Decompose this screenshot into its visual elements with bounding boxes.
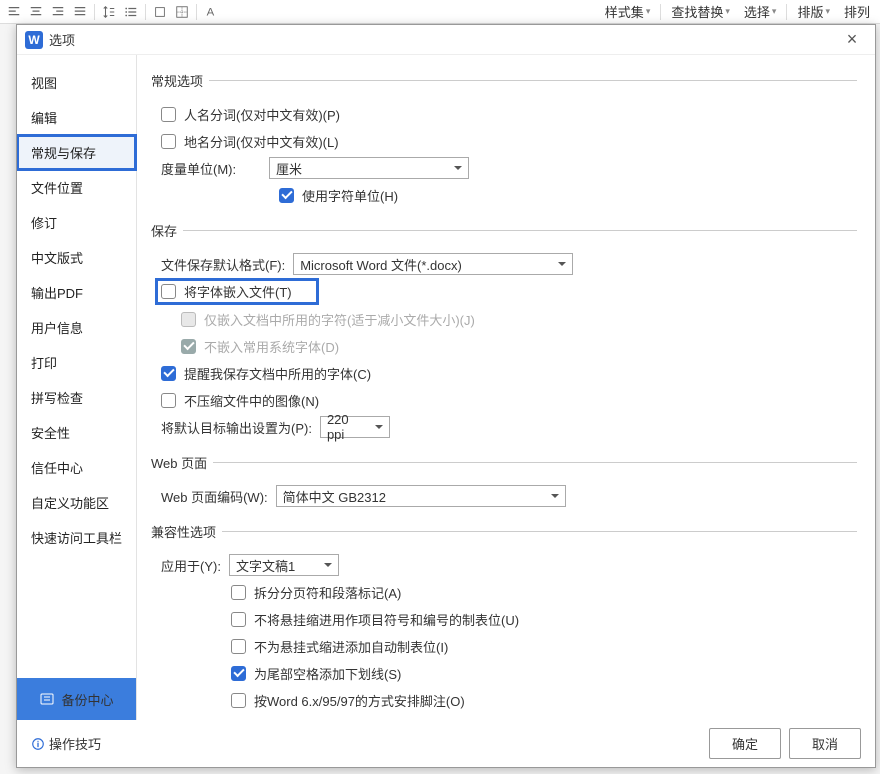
group-web: Web 页面 Web 页面编码(W): 简体中文 GB2312: [151, 453, 857, 514]
align-right-icon[interactable]: [48, 2, 68, 22]
sidebar-item-user-info[interactable]: 用户信息: [17, 310, 136, 345]
lbl-remind-fonts: 提醒我保存文档中所用的字体(C): [184, 364, 371, 383]
fill-icon[interactable]: [150, 2, 170, 22]
app-icon: W: [25, 31, 43, 49]
lbl-compat-2: 不为悬挂式缩进添加自动制表位(I): [254, 637, 448, 656]
lbl-compat-3: 为尾部空格添加下划线(S): [254, 664, 401, 683]
options-dialog: W 选项 × 视图 编辑 常规与保存 文件位置 修订 中文版式 输出PDF 用户…: [16, 24, 876, 768]
chk-compat-3[interactable]: [231, 666, 246, 681]
group-general-legend: 常规选项: [151, 71, 209, 90]
chk-compat-0[interactable]: [231, 585, 246, 600]
dialog-footer: 操作技巧 确定 取消: [17, 720, 875, 767]
sidebar-item-revisions[interactable]: 修订: [17, 205, 136, 240]
borders-icon[interactable]: [172, 2, 192, 22]
line-spacing-icon[interactable]: [99, 2, 119, 22]
sidebar-item-file-locations[interactable]: 文件位置: [17, 170, 136, 205]
select-menu[interactable]: 选择▾: [738, 1, 783, 23]
align-center-icon[interactable]: [26, 2, 46, 22]
lbl-compat-4: 按Word 6.x/95/97的方式安排脚注(O): [254, 691, 465, 710]
cancel-button[interactable]: 取消: [789, 728, 861, 759]
lbl-web-encoding: Web 页面编码(W):: [161, 487, 268, 506]
chk-remind-fonts[interactable]: [161, 366, 176, 381]
info-icon: [31, 737, 45, 751]
sidebar-item-trust-center[interactable]: 信任中心: [17, 450, 136, 485]
backup-icon: [39, 691, 55, 707]
sidebar-item-export-pdf[interactable]: 输出PDF: [17, 275, 136, 310]
layout-menu[interactable]: 排版▾: [791, 1, 836, 23]
sidebar-item-cjk[interactable]: 中文版式: [17, 240, 136, 275]
lbl-apply-to: 应用于(Y):: [161, 556, 221, 575]
sidebar-item-customize-ribbon[interactable]: 自定义功能区: [17, 485, 136, 520]
backup-center-button[interactable]: 备份中心: [17, 678, 136, 720]
lbl-no-embed-system: 不嵌入常用系统字体(D): [204, 337, 339, 356]
arrange-menu[interactable]: 排列: [838, 1, 876, 23]
lbl-units: 度量单位(M):: [161, 159, 261, 178]
lbl-default-output: 将默认目标输出设置为(P):: [161, 418, 312, 437]
app-toolbar: A 样式集▾ 查找替换▾ 选择▾ 排版▾ 排列: [0, 0, 880, 24]
lbl-char-units: 使用字符单位(H): [302, 186, 398, 205]
chk-embed-fonts[interactable]: [161, 284, 176, 299]
group-save: 保存 文件保存默认格式(F): Microsoft Word 文件(*.docx…: [151, 221, 857, 445]
ok-button[interactable]: 确定: [709, 728, 781, 759]
group-save-legend: 保存: [151, 221, 183, 240]
sidebar-item-general-save[interactable]: 常规与保存: [17, 135, 136, 170]
lbl-no-compress-img: 不压缩文件中的图像(N): [184, 391, 319, 410]
select-units[interactable]: 厘米: [269, 157, 469, 179]
group-general: 常规选项 人名分词(仅对中文有效)(P) 地名分词(仅对中文有效)(L) 度量单…: [151, 71, 857, 213]
lbl-compat-1: 不将悬挂缩进用作项目符号和编号的制表位(U): [254, 610, 519, 629]
lbl-embed-fonts: 将字体嵌入文件(T): [184, 282, 292, 301]
sidebar-item-spelling[interactable]: 拼写检查: [17, 380, 136, 415]
chk-place-split[interactable]: [161, 134, 176, 149]
options-content: 常规选项 人名分词(仅对中文有效)(P) 地名分词(仅对中文有效)(L) 度量单…: [137, 55, 875, 720]
chk-no-embed-system: [181, 339, 196, 354]
select-web-encoding[interactable]: 简体中文 GB2312: [276, 485, 566, 507]
lbl-embed-only-used: 仅嵌入文档中所用的字符(适于减小文件大小)(J): [204, 310, 475, 329]
chk-compat-4[interactable]: [231, 693, 246, 708]
lbl-place-split: 地名分词(仅对中文有效)(L): [184, 132, 339, 151]
select-default-output[interactable]: 220 ppi: [320, 416, 390, 438]
options-sidebar: 视图 编辑 常规与保存 文件位置 修订 中文版式 输出PDF 用户信息 打印 拼…: [17, 55, 137, 720]
tips-link[interactable]: 操作技巧: [31, 734, 101, 753]
lbl-name-split: 人名分词(仅对中文有效)(P): [184, 105, 340, 124]
chk-name-split[interactable]: [161, 107, 176, 122]
sidebar-item-print[interactable]: 打印: [17, 345, 136, 380]
group-compat: 兼容性选项 应用于(Y): 文字文稿1 拆分分页符和段落标记(A) 不将悬挂缩进用…: [151, 522, 857, 720]
chk-compat-1[interactable]: [231, 612, 246, 627]
select-apply-to[interactable]: 文字文稿1: [229, 554, 339, 576]
close-button[interactable]: ×: [837, 29, 867, 50]
lbl-default-format: 文件保存默认格式(F):: [161, 255, 285, 274]
highlight-embed-fonts: 将字体嵌入文件(T): [157, 280, 317, 303]
sidebar-item-view[interactable]: 视图: [17, 65, 136, 100]
chk-no-compress-img[interactable]: [161, 393, 176, 408]
lbl-compat-5: 在表格中将行高调至网格高度(B): [254, 718, 440, 721]
lbl-compat-0: 拆分分页符和段落标记(A): [254, 583, 401, 602]
sidebar-item-qat[interactable]: 快速访问工具栏: [17, 520, 136, 555]
chk-compat-5[interactable]: [231, 720, 246, 721]
chk-char-units[interactable]: [279, 188, 294, 203]
align-left-icon[interactable]: [4, 2, 24, 22]
chk-embed-only-used: [181, 312, 196, 327]
find-replace-menu[interactable]: 查找替换▾: [665, 1, 736, 23]
sidebar-item-security[interactable]: 安全性: [17, 415, 136, 450]
sidebar-item-edit[interactable]: 编辑: [17, 100, 136, 135]
list-icon[interactable]: [121, 2, 141, 22]
group-web-legend: Web 页面: [151, 453, 213, 472]
dialog-title: 选项: [49, 30, 837, 49]
group-compat-legend: 兼容性选项: [151, 522, 222, 541]
select-default-format[interactable]: Microsoft Word 文件(*.docx): [293, 253, 573, 275]
text-tool-icon[interactable]: A: [201, 2, 221, 22]
dialog-titlebar: W 选项 ×: [17, 25, 875, 55]
svg-text:A: A: [207, 6, 215, 18]
styles-menu[interactable]: 样式集▾: [599, 1, 657, 23]
chk-compat-2[interactable]: [231, 639, 246, 654]
align-justify-icon[interactable]: [70, 2, 90, 22]
